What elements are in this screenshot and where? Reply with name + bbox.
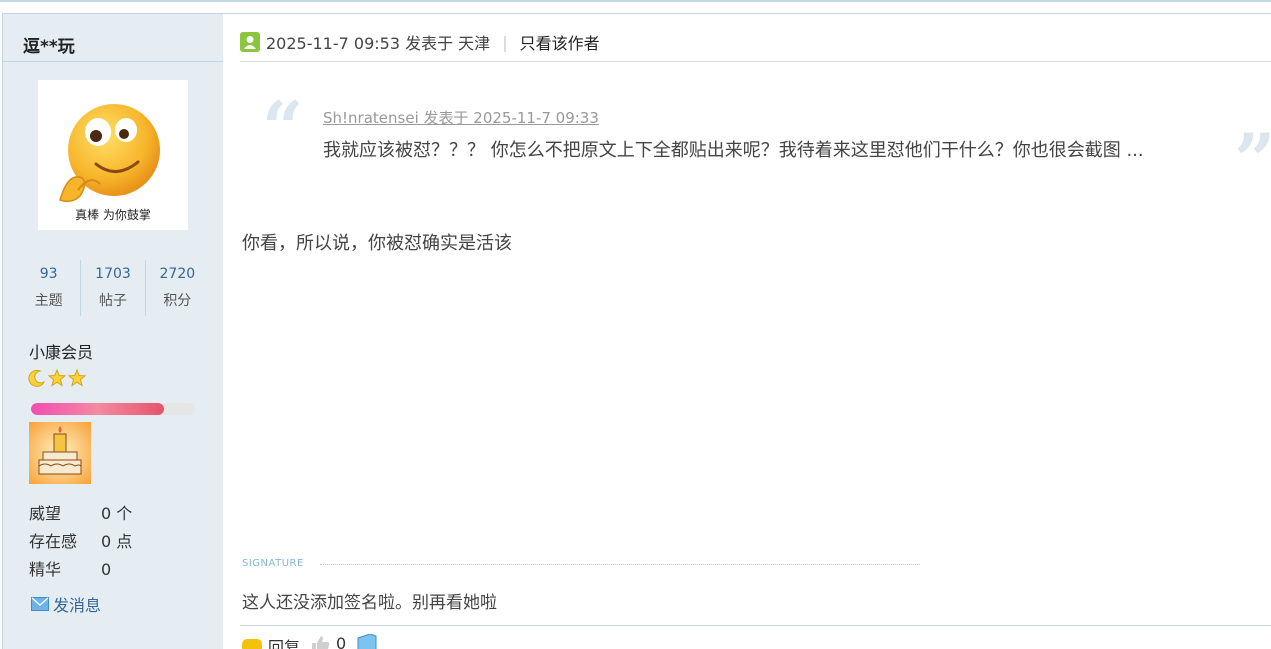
stat-posts[interactable]: 1703 帖子 [80, 260, 144, 316]
envelope-icon [31, 597, 49, 611]
info-label: 存在感 [29, 532, 78, 551]
avatar[interactable]: 真棒 为你鼓掌 [38, 80, 188, 230]
author-info: 威望 0 个 存在感 0 点 精华 0 [29, 500, 132, 584]
post-timestamp: 2025-11-7 09:53 发表于 天津 [266, 34, 491, 53]
favorite-button[interactable] [356, 634, 378, 649]
send-message-link[interactable]: 发消息 [31, 592, 101, 616]
quote-text: 我就应该被怼？？？ 你怎么不把原文上下全都贴出来呢？我待着来这里怼他们干什么？你… [323, 140, 1144, 161]
stat-posts-label: 帖子 [98, 293, 127, 309]
info-row-presence: 存在感 0 点 [29, 528, 132, 556]
header-separator: | [502, 32, 508, 52]
stat-threads[interactable]: 93 主题 [17, 260, 80, 316]
thumbs-up-icon [312, 635, 330, 649]
info-row-digest: 精华 0 [29, 556, 132, 584]
info-label: 精华 [29, 560, 62, 579]
open-quote-icon: “ [262, 85, 304, 170]
stat-points-value[interactable]: 2720 [146, 266, 209, 282]
post-header: 2025-11-7 09:53 发表于 天津 | 只看该作者 [240, 27, 600, 57]
only-author-link[interactable]: 只看该作者 [520, 30, 600, 54]
rank-stars [28, 369, 86, 387]
stat-posts-value[interactable]: 1703 [81, 266, 144, 282]
level-progress-fill [31, 403, 164, 415]
stat-threads-value[interactable]: 93 [17, 266, 80, 282]
author-divider [3, 61, 223, 62]
quote-block: “ Sh!nratensei 发表于 2025-11-7 09:33 我就应该被… [262, 85, 1271, 196]
quote-author-link[interactable]: Sh!nratensei 发表于 2025-11-7 09:33 [323, 107, 599, 128]
author-name[interactable]: 逗**玩 [23, 32, 75, 57]
user-group[interactable]: 小康会员 [29, 339, 93, 363]
bookmark-icon [357, 634, 377, 649]
level-progress-bar [31, 403, 195, 415]
avatar-caption: 真棒 为你鼓掌 [75, 208, 151, 222]
like-button[interactable]: 0 [310, 634, 346, 649]
top-border [0, 0, 1271, 2]
signature-divider [320, 564, 920, 565]
info-label: 威望 [29, 504, 62, 523]
signature-label: SIGNATURE [242, 558, 304, 569]
reply-button[interactable]: 回复 [242, 634, 300, 649]
author-sidebar: 逗**玩 真棒 为你鼓掌 93 主题 1703 帖子 2720 积分 小康会员 … [3, 14, 223, 649]
moon-icon [28, 369, 46, 387]
info-value: 0 点 [101, 532, 133, 551]
post-body: 你看，所以说，你被怼确实是活该 [242, 233, 512, 254]
like-count: 0 [336, 634, 347, 649]
stat-points[interactable]: 2720 积分 [144, 260, 209, 316]
author-stats: 93 主题 1703 帖子 2720 积分 [17, 260, 209, 316]
signature-text: 这人还没添加签名啦。别再看她啦 [242, 593, 497, 613]
header-divider [240, 61, 1271, 62]
star-icon [68, 369, 86, 387]
send-message-label: 发消息 [53, 596, 102, 615]
birthday-cake-medal-icon[interactable] [29, 422, 91, 484]
stat-points-label: 积分 [163, 293, 192, 309]
info-value: 0 [101, 560, 112, 579]
info-row-prestige: 威望 0 个 [29, 500, 132, 528]
stat-threads-label: 主题 [34, 293, 63, 309]
reply-label: 回复 [268, 638, 301, 649]
reply-icon [242, 639, 262, 649]
star-icon [48, 369, 66, 387]
user-online-icon [240, 32, 260, 52]
footer-divider [240, 625, 1271, 626]
info-value: 0 个 [101, 504, 133, 523]
post-actions: 回复 0 [242, 634, 378, 649]
close-quote-icon: ” [1234, 124, 1271, 196]
